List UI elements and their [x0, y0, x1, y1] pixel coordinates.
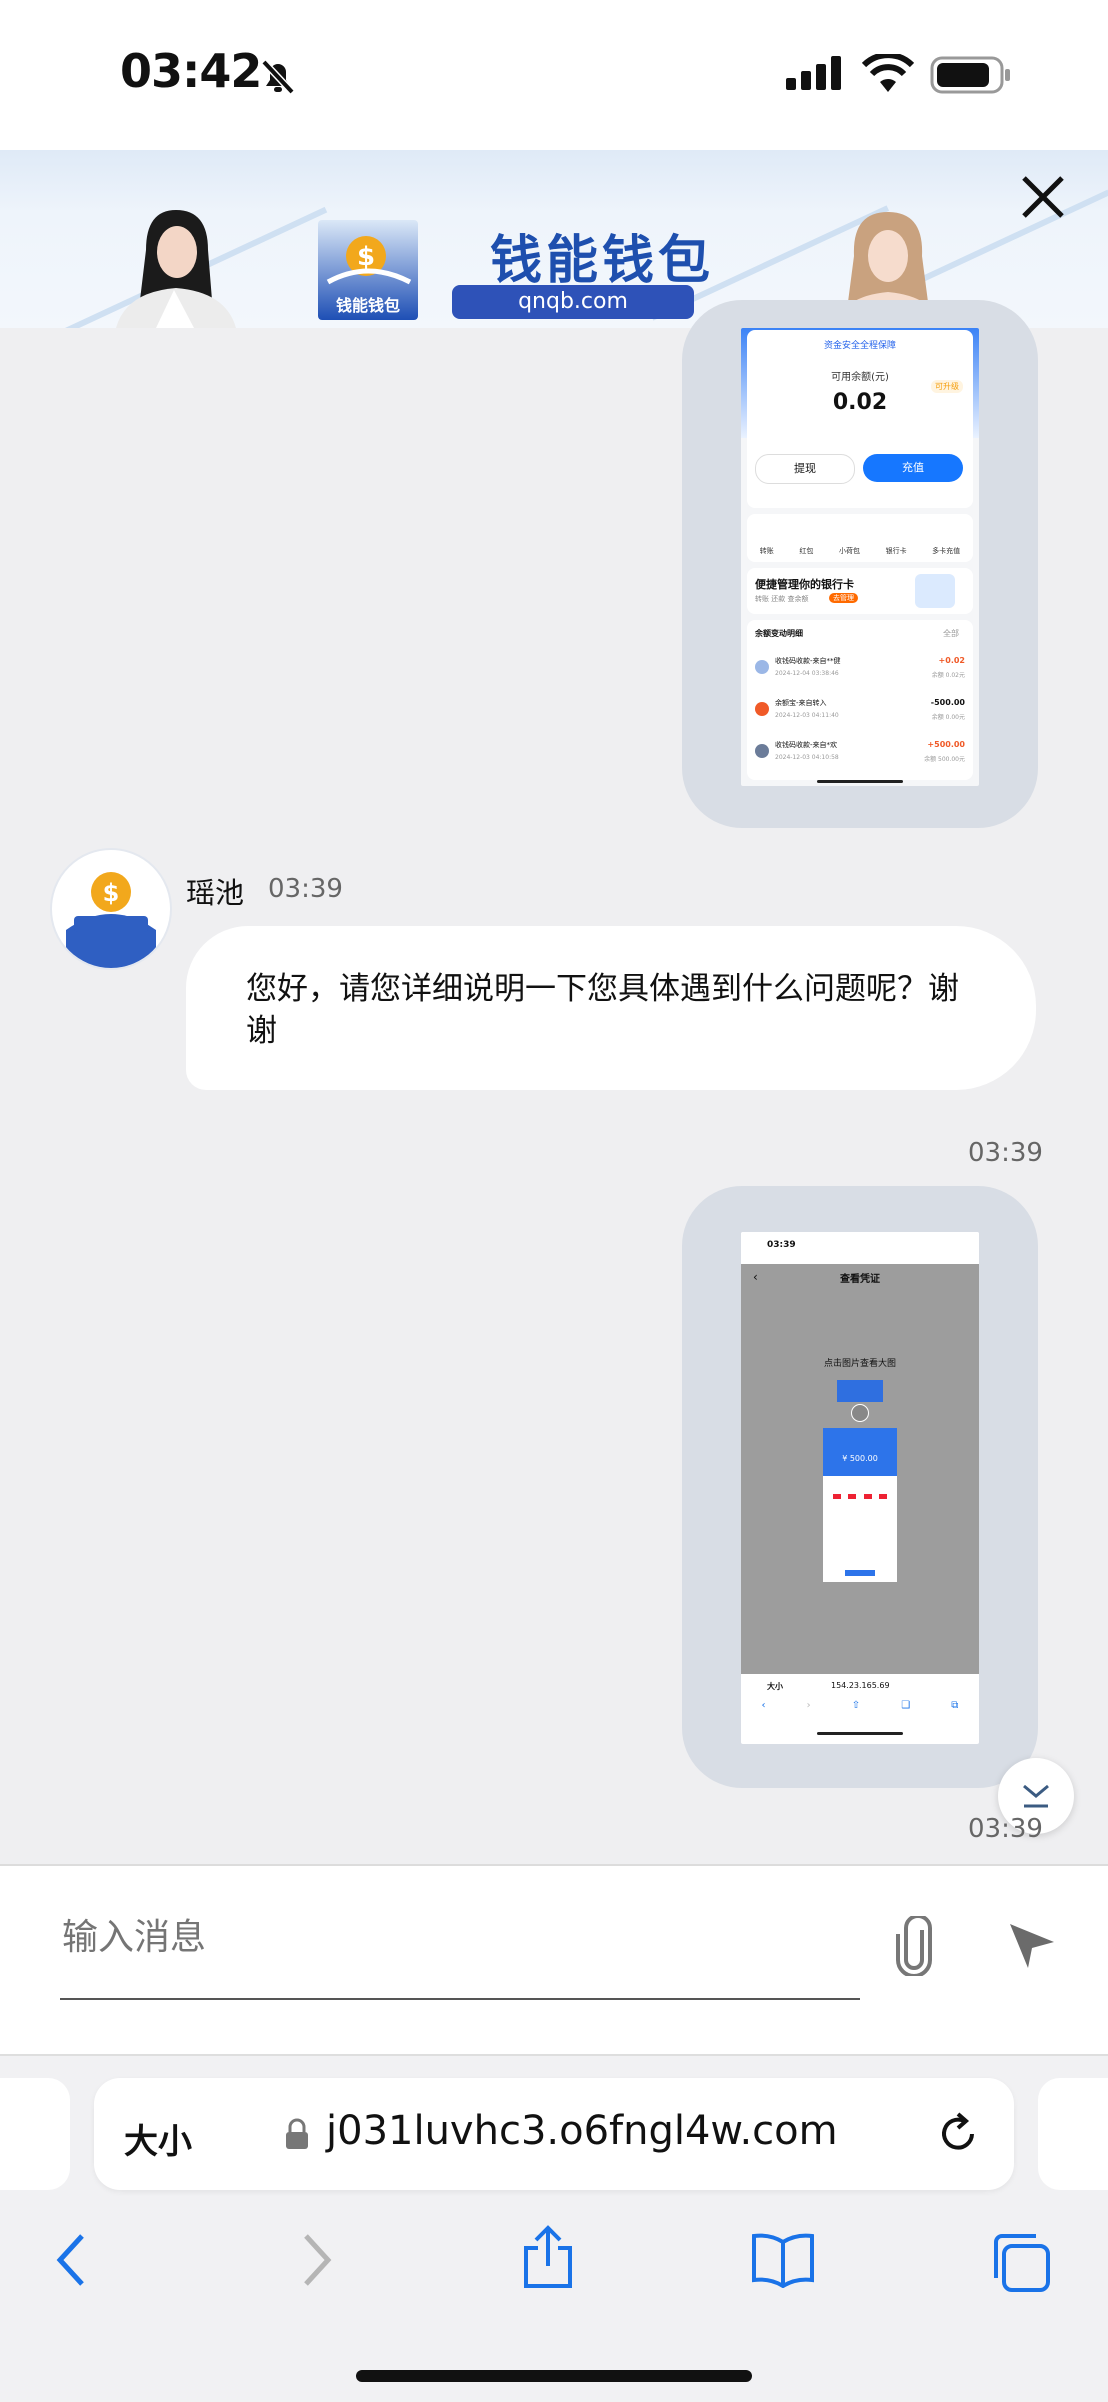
reload-icon[interactable]: [934, 2110, 982, 2162]
chevron-down-icon: [1023, 1784, 1049, 1808]
close-ad-icon[interactable]: [1016, 170, 1070, 228]
quick-actions: 转账 红包 小荷包 银行卡 多卡充值: [747, 514, 973, 562]
agent-message-bubble: 您好，请您详细说明一下您具体遇到什么问题呢？谢谢: [186, 926, 1036, 1090]
page-settings-button[interactable]: 大小: [124, 2114, 192, 2163]
user-message-time: 03:39: [968, 1138, 1043, 1168]
prev-tab-preview[interactable]: [0, 2078, 70, 2190]
brand-name: 钱能钱包: [490, 230, 715, 291]
details-title: 余额变动明细: [755, 629, 803, 638]
bank-promo-button: 去管理: [829, 593, 858, 603]
shot-hint: 点击图片查看大图: [823, 1359, 896, 1369]
share-icon[interactable]: [520, 2224, 576, 2290]
attach-icon[interactable]: [888, 1914, 944, 1980]
user-image-message[interactable]: 资金安全全程保障 可用余额(元) 可升级 0.02 提现 充值 转账 红包 小荷…: [682, 300, 1038, 828]
message-input[interactable]: [60, 1906, 864, 1968]
detail-row: 收钱码收款-来自**健 2024-12-04 03:38:46 +0.02 余额…: [747, 648, 973, 690]
voucher-screenshot: 03:39 查看凭证 ‹ 点击图片查看大图 ¥ 500.00 大小 154.23…: [741, 1232, 979, 1744]
wallet-screenshot: 资金安全全程保障 可用余额(元) 可升级 0.02 提现 充值 转账 红包 小荷…: [741, 328, 979, 786]
balance-details: 余额变动明细 全部 收钱码收款-来自**健 2024-12-04 03:38:4…: [747, 620, 973, 780]
detail-row: 收钱码收款-来自*欢 2024-12-03 04:10:58 +500.00 余…: [747, 732, 973, 774]
lock-icon: [284, 2118, 310, 2154]
user-message-time-bottom: 03:39: [968, 1814, 1043, 1844]
message-input-area: [0, 1864, 1108, 2056]
bank-promo-title: 便捷管理你的银行卡: [755, 578, 854, 591]
bank-promo-sub: 转账 还款 查余额: [755, 595, 809, 603]
silent-bell-icon: [258, 56, 298, 100]
brand-url: qnqb.com: [452, 285, 694, 319]
forward-icon[interactable]: [296, 2232, 336, 2288]
quick-item: 银行卡: [885, 547, 907, 555]
browser-toolbar: 大小 j031luvhc3.o6fngl4w.com: [0, 2054, 1108, 2402]
brand-logo: $ 钱能钱包: [318, 220, 418, 320]
quick-item: 红包: [799, 547, 814, 555]
send-icon[interactable]: [1004, 1916, 1060, 1976]
home-indicator: [356, 2370, 752, 2382]
user-image-message[interactable]: 03:39 查看凭证 ‹ 点击图片查看大图 ¥ 500.00 大小 154.23…: [682, 1186, 1038, 1788]
quick-item: 小荷包: [838, 547, 860, 555]
recharge-button: 充值: [863, 454, 963, 482]
quick-item: 转账: [759, 547, 774, 555]
back-icon[interactable]: [52, 2232, 92, 2288]
ad-model-left-image: [116, 210, 236, 328]
agent-avatar: $: [50, 848, 172, 970]
url-text[interactable]: j031luvhc3.o6fngl4w.com: [326, 2108, 838, 2154]
bank-promo: 便捷管理你的银行卡 转账 还款 查余额 去管理: [747, 568, 973, 614]
signal-icon: [786, 56, 844, 94]
battery-icon: [930, 56, 1012, 98]
withdraw-button: 提现: [755, 454, 855, 484]
card-illustration: [915, 574, 955, 608]
status-bar: 03:42: [0, 0, 1108, 150]
status-time: 03:42: [120, 44, 262, 98]
next-tab-preview[interactable]: [1038, 2078, 1108, 2190]
bookmarks-icon[interactable]: [750, 2232, 816, 2288]
svg-text:$: $: [357, 242, 375, 272]
input-underline: [60, 1998, 860, 2000]
tabs-icon[interactable]: [988, 2230, 1052, 2294]
quick-item: 多卡充值: [932, 547, 961, 555]
brand-logo-text: 钱能钱包: [335, 296, 400, 315]
balance-value: 0.02: [832, 390, 888, 415]
shot-title: 查看凭证: [840, 1274, 880, 1285]
svg-text:$: $: [103, 879, 120, 907]
address-bar[interactable]: 大小 j031luvhc3.o6fngl4w.com: [94, 2078, 1014, 2190]
agent-message-text: 您好，请您详细说明一下您具体遇到什么问题呢？谢谢: [246, 971, 959, 1049]
wifi-icon: [861, 52, 915, 96]
agent-message-time: 03:39: [268, 874, 343, 904]
agent-name: 瑶池: [186, 876, 245, 910]
security-note: 资金安全全程保障: [823, 341, 896, 351]
details-all: 全部: [943, 629, 959, 638]
detail-row: 余额宝-来自转入 2024-12-03 04:11:40 -500.00 余额 …: [747, 690, 973, 732]
